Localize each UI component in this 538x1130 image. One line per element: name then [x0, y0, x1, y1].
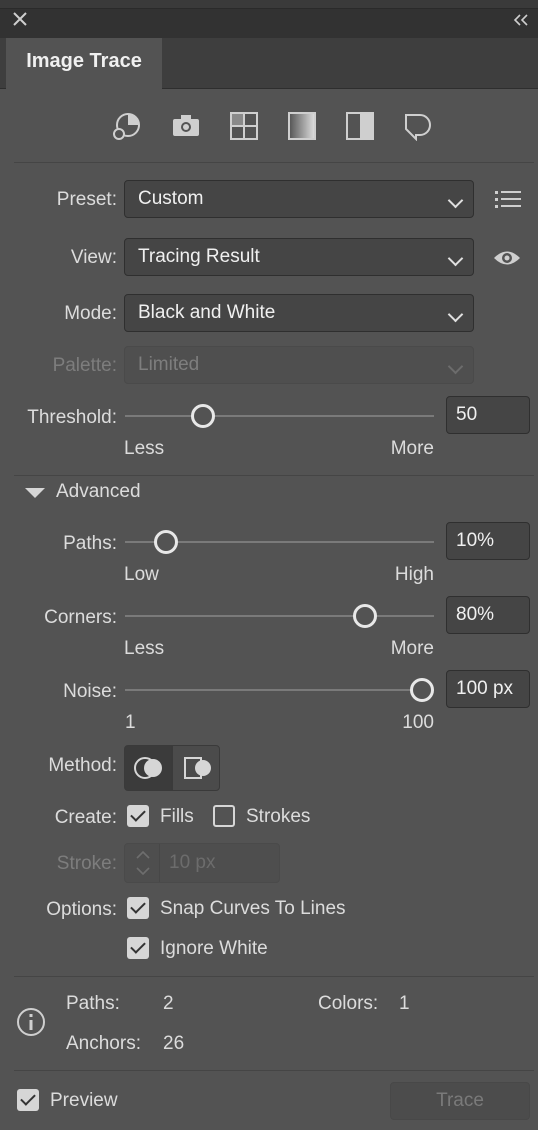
noise-min-label: 1	[125, 712, 136, 733]
slider-track	[125, 689, 434, 691]
palette-select: Limited	[124, 346, 474, 384]
tab-image-trace[interactable]: Image Trace	[6, 38, 162, 89]
corners-min-label: Less	[124, 638, 165, 659]
noise-slider[interactable]	[125, 678, 434, 702]
close-icon[interactable]	[11, 10, 29, 33]
strokes-label[interactable]: Strokes	[246, 806, 310, 828]
overlapping-icon	[184, 757, 211, 779]
double-chevron-left-icon[interactable]	[512, 13, 530, 32]
stroke-stepper: 10 px	[124, 843, 280, 883]
slider-knob[interactable]	[190, 404, 215, 428]
info-divider	[14, 976, 534, 977]
noise-max-label: 100	[402, 712, 434, 733]
camera-high-color-icon[interactable]	[170, 111, 202, 141]
chevron-down-icon	[447, 250, 464, 267]
mode-label: Mode:	[64, 303, 117, 324]
preset-value: Custom	[138, 188, 204, 209]
fills-checkbox[interactable]	[127, 805, 149, 827]
method-overlapping-button[interactable]	[172, 745, 220, 791]
noise-label: Noise:	[63, 681, 117, 702]
corners-label: Corners:	[44, 607, 117, 628]
palette-value: Limited	[138, 354, 200, 375]
ruler-strip	[0, 0, 538, 9]
strokes-checkbox[interactable]	[213, 805, 235, 827]
palette-label: Palette:	[52, 355, 117, 376]
preview-label[interactable]: Preview	[50, 1090, 118, 1112]
info-paths-label: Paths:	[66, 993, 120, 1014]
info-colors-value: 1	[399, 993, 410, 1014]
view-value: Tracing Result	[138, 246, 260, 267]
advanced-divider	[14, 475, 534, 476]
black-white-icon[interactable]	[344, 111, 376, 141]
noise-input[interactable]: 100 px	[446, 670, 530, 708]
auto-color-icon[interactable]	[110, 109, 146, 143]
paths-input[interactable]: 10%	[446, 522, 530, 560]
threshold-max-label: More	[390, 438, 434, 459]
image-trace-panel: Image Trace Preset: Custom View: Tracing…	[0, 0, 538, 1130]
grayscale-icon[interactable]	[286, 111, 318, 141]
paths-label: Paths:	[63, 533, 117, 554]
fills-label[interactable]: Fills	[160, 806, 194, 828]
abutting-icon	[134, 757, 162, 779]
threshold-label: Threshold:	[27, 407, 117, 428]
stroke-value: 10 px	[169, 852, 216, 873]
slider-knob[interactable]	[353, 604, 377, 628]
low-color-icon[interactable]	[228, 111, 260, 141]
threshold-slider[interactable]	[125, 404, 434, 428]
mode-value: Black and White	[138, 302, 276, 323]
paths-max-label: High	[394, 564, 434, 585]
info-icon	[16, 1007, 46, 1042]
method-label: Method:	[48, 755, 117, 776]
snap-curves-label[interactable]: Snap Curves To Lines	[160, 898, 346, 920]
view-select[interactable]: Tracing Result	[124, 238, 474, 276]
paths-min-label: Low	[124, 564, 159, 585]
info-colors-label: Colors:	[318, 993, 379, 1014]
snap-curves-checkbox[interactable]	[127, 897, 149, 919]
list-icon[interactable]	[494, 188, 522, 215]
corners-slider[interactable]	[125, 604, 434, 628]
threshold-input[interactable]: 50	[446, 396, 530, 434]
toolbar-divider	[14, 162, 534, 163]
slider-track	[125, 415, 434, 417]
info-paths-value: 2	[163, 993, 174, 1014]
info-anchors-label: Anchors:	[66, 1033, 141, 1054]
create-label: Create:	[54, 807, 117, 828]
stroke-label: Stroke:	[56, 853, 117, 874]
ignore-white-checkbox[interactable]	[127, 937, 149, 959]
chevron-down-icon	[447, 358, 464, 375]
corners-max-label: More	[390, 638, 434, 659]
advanced-label[interactable]: Advanced	[56, 481, 141, 503]
slider-knob[interactable]	[410, 678, 434, 702]
advanced-toggle[interactable]	[24, 486, 46, 505]
info-anchors-value: 26	[163, 1033, 185, 1054]
threshold-min-label: Less	[124, 438, 165, 459]
options-label: Options:	[46, 899, 117, 920]
chevron-down-icon	[447, 306, 464, 323]
view-label: View:	[70, 247, 117, 268]
preset-label: Preset:	[56, 189, 117, 210]
corners-input[interactable]: 80%	[446, 596, 530, 634]
mode-select[interactable]: Black and White	[124, 294, 474, 332]
slider-track	[125, 615, 434, 617]
chevron-down-icon	[447, 192, 464, 209]
preset-select[interactable]: Custom	[124, 180, 474, 218]
trace-button: Trace	[390, 1082, 530, 1120]
stepper-arrows-icon	[136, 850, 150, 876]
slider-knob[interactable]	[153, 530, 178, 554]
ignore-white-label[interactable]: Ignore White	[160, 938, 268, 960]
outline-icon[interactable]	[402, 111, 434, 141]
paths-slider[interactable]	[125, 530, 434, 554]
preview-checkbox[interactable]	[17, 1089, 39, 1111]
method-abutting-button[interactable]	[124, 745, 172, 791]
eye-icon[interactable]	[492, 247, 522, 274]
footer-divider	[14, 1070, 534, 1071]
